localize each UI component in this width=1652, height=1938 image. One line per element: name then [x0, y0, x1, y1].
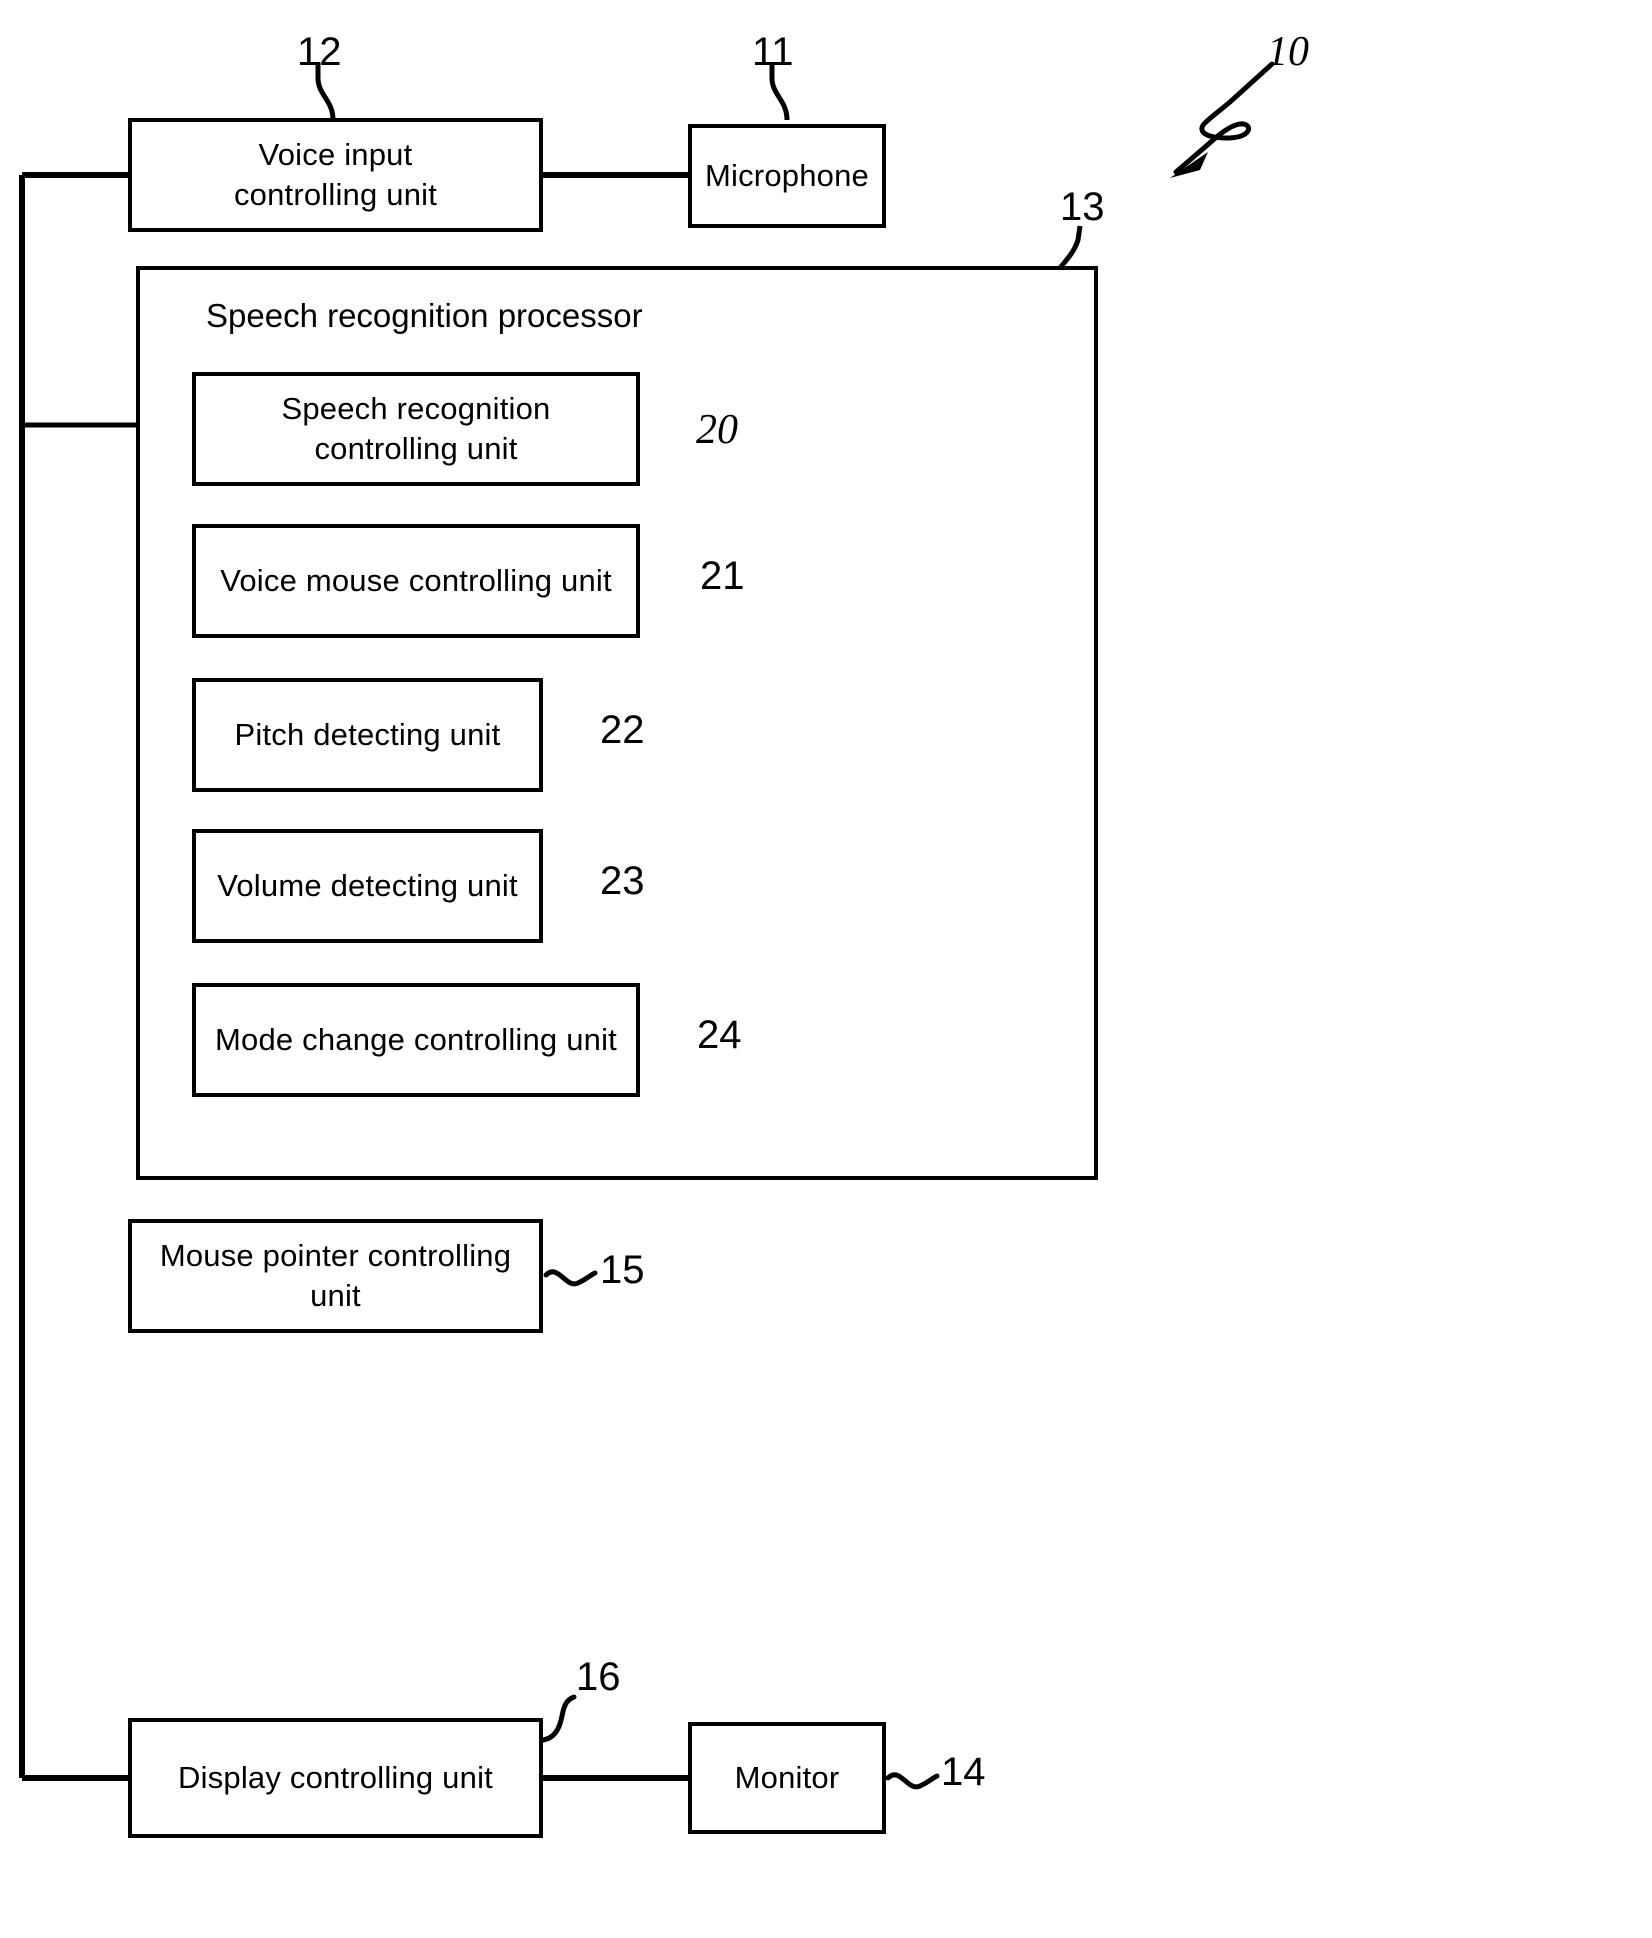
ref-number-14: 14: [941, 1750, 986, 1794]
voice-input-controlling-unit-box[interactable]: Voice input controlling unit: [128, 118, 543, 232]
monitor-box[interactable]: Monitor: [688, 1722, 886, 1834]
monitor-label: Monitor: [734, 1760, 840, 1796]
volume-detecting-unit-box[interactable]: Volume detecting unit: [192, 829, 543, 943]
leader-16: [540, 1694, 577, 1743]
leader-10-squiggle: [1173, 61, 1275, 175]
voice-mouse-controlling-unit-box[interactable]: Voice mouse controlling unit: [192, 524, 640, 638]
voice-input-controlling-unit-label: Voice input controlling unit: [233, 137, 438, 212]
pitch-detecting-unit-box[interactable]: Pitch detecting unit: [192, 678, 543, 792]
ref-number-12: 12: [297, 30, 342, 74]
speech-recognition-processor-title: Speech recognition processor: [206, 297, 643, 334]
ref-number-20: 20: [696, 407, 738, 453]
ref-number-22: 22: [600, 708, 645, 752]
ref-number-21: 21: [700, 554, 745, 598]
volume-detecting-unit-label: Volume detecting unit: [217, 868, 518, 904]
mouse-pointer-controlling-unit-label: Mouse pointer controlling unit: [159, 1238, 512, 1313]
ref-number-11: 11: [752, 30, 794, 74]
ref-number-10: 10: [1267, 29, 1309, 75]
ref-number-15: 15: [600, 1248, 645, 1292]
microphone-label: Microphone: [705, 158, 869, 194]
speech-recognition-controlling-unit-label: Speech recognition controlling unit: [281, 391, 551, 466]
voice-mouse-controlling-unit-label: Voice mouse controlling unit: [220, 563, 612, 599]
ref-number-23: 23: [600, 859, 645, 903]
mode-change-controlling-unit-label: Mode change controlling unit: [215, 1022, 617, 1058]
leader-14: [885, 1772, 940, 1790]
display-controlling-unit-label: Display controlling unit: [178, 1760, 493, 1796]
patent-figure: Voice input controlling unit 12 Micropho…: [0, 0, 1652, 1938]
microphone-box[interactable]: Microphone: [688, 124, 886, 228]
ref-number-24: 24: [697, 1013, 742, 1057]
ref-number-13: 13: [1060, 185, 1105, 229]
ref-number-16: 16: [576, 1655, 621, 1699]
mouse-pointer-controlling-unit-box[interactable]: Mouse pointer controlling unit: [128, 1219, 543, 1333]
pitch-detecting-unit-label: Pitch detecting unit: [234, 717, 501, 753]
display-controlling-unit-box[interactable]: Display controlling unit: [128, 1718, 543, 1838]
speech-recognition-controlling-unit-box[interactable]: Speech recognition controlling unit: [192, 372, 640, 486]
leader-15: [543, 1269, 598, 1287]
mode-change-controlling-unit-box[interactable]: Mode change controlling unit: [192, 983, 640, 1097]
leader-13: [1058, 225, 1083, 270]
